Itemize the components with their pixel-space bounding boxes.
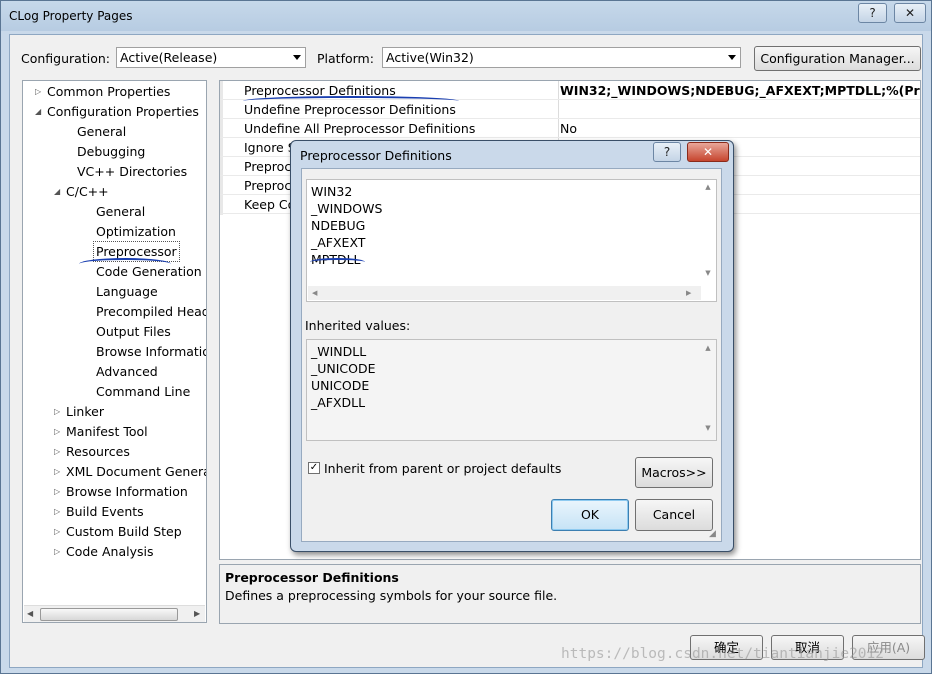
- dialog-ok-button[interactable]: OK: [551, 499, 629, 531]
- collapse-icon[interactable]: ◢: [35, 102, 43, 121]
- property-value[interactable]: WIN32;_WINDOWS;NDEBUG;_AFXEXT;MPTDLL;%(P…: [560, 81, 920, 100]
- definition-line: NDEBUG: [311, 218, 366, 233]
- tree-item[interactable]: Debugging: [77, 142, 145, 161]
- property-name: Ignore S: [244, 140, 296, 155]
- definitions-horizontal-scrollbar[interactable]: ◀ ▶: [308, 286, 701, 300]
- annotation-underline: [79, 258, 171, 270]
- inherited-value-line: _WINDLL: [311, 344, 367, 359]
- inherited-value-line: _UNICODE: [311, 361, 376, 376]
- close-button[interactable]: ✕: [894, 3, 926, 23]
- configuration-label: Configuration:: [21, 51, 110, 66]
- expand-icon[interactable]: ▷: [54, 442, 62, 461]
- platform-select[interactable]: Active(Win32): [382, 47, 741, 68]
- inherited-value-line: _AFXDLL: [311, 395, 366, 410]
- dialog-help-button[interactable]: ?: [653, 142, 681, 162]
- definition-line: _WINDOWS: [311, 201, 383, 216]
- inherited-values-list[interactable]: _WINDLL _UNICODE UNICODE _AFXDLL ▲ ▼: [306, 339, 717, 441]
- tree-item[interactable]: C/C++: [66, 182, 109, 201]
- dialog-client-area: WIN32 _WINDOWS NDEBUG _AFXEXT MPTDLL ▲ ▼ ◀ ▶…: [301, 168, 722, 542]
- definition-line: WIN32: [311, 184, 353, 199]
- tree-item[interactable]: Browse Information: [96, 342, 206, 361]
- inherit-checkbox[interactable]: ✓: [308, 462, 320, 474]
- tree-item[interactable]: Advanced: [96, 362, 158, 381]
- scroll-right-icon[interactable]: ▶: [686, 289, 691, 297]
- tree-item[interactable]: Precompiled Header: [96, 302, 206, 321]
- tree-item[interactable]: Browse Information: [66, 482, 188, 501]
- preprocessor-definitions-dialog: Preprocessor Definitions ? ✕ WIN32 _WINDO…: [290, 140, 734, 552]
- tree-item[interactable]: Manifest Tool: [66, 422, 148, 441]
- scroll-up-icon[interactable]: ▲: [701, 344, 715, 352]
- definitions-vertical-scrollbar[interactable]: ▲ ▼: [701, 181, 715, 285]
- configuration-value: Active(Release): [120, 50, 218, 65]
- tree-item[interactable]: XML Document Generat: [66, 462, 206, 481]
- dialog-title: Preprocessor Definitions: [300, 148, 452, 163]
- scroll-thumb[interactable]: [40, 608, 178, 621]
- property-name: Preproc: [244, 178, 292, 193]
- scroll-down-icon[interactable]: ▼: [701, 424, 715, 432]
- scroll-right-icon[interactable]: ▶: [194, 609, 200, 618]
- chevron-down-icon: [728, 55, 736, 60]
- tree-item[interactable]: Code Analysis: [66, 542, 153, 561]
- scroll-up-icon[interactable]: ▲: [701, 183, 715, 191]
- chevron-down-icon: [293, 55, 301, 60]
- collapse-icon[interactable]: ◢: [54, 182, 62, 201]
- tree-item[interactable]: Configuration Properties: [47, 102, 199, 121]
- property-name: Preproc: [244, 159, 292, 174]
- tree-item[interactable]: Common Properties: [47, 82, 170, 101]
- annotation-underline: [243, 96, 459, 106]
- tree-item[interactable]: Linker: [66, 402, 104, 421]
- property-value[interactable]: No: [560, 119, 577, 138]
- platform-value: Active(Win32): [386, 50, 474, 65]
- tree-item[interactable]: Custom Build Step: [66, 522, 182, 541]
- definitions-editor[interactable]: WIN32 _WINDOWS NDEBUG _AFXEXT MPTDLL ▲ ▼ ◀ ▶: [306, 179, 717, 302]
- tree-item[interactable]: VC++ Directories: [77, 162, 187, 181]
- property-tree[interactable]: ▷ Common Properties ◢ Configuration Propert…: [22, 80, 207, 623]
- tree-item[interactable]: Output Files: [96, 322, 171, 341]
- annotation-underline: [310, 258, 365, 266]
- property-name: Undefine All Preprocessor Definitions: [244, 121, 476, 136]
- macros-button[interactable]: Macros>>: [635, 457, 713, 488]
- expand-icon[interactable]: ▷: [54, 542, 62, 561]
- title-bar[interactable]: CLog Property Pages ? ✕: [1, 1, 931, 31]
- expand-icon[interactable]: ▷: [54, 422, 62, 441]
- property-name: Keep Co: [244, 197, 296, 212]
- inherited-value-line: UNICODE: [311, 378, 370, 393]
- tree-horizontal-scrollbar[interactable]: ◀ ▶: [24, 605, 205, 622]
- resize-grip-icon[interactable]: ◢: [709, 529, 716, 539]
- scroll-left-icon[interactable]: ◀: [312, 289, 317, 297]
- scroll-left-icon[interactable]: ◀: [27, 609, 33, 618]
- platform-label: Platform:: [317, 51, 374, 66]
- help-button[interactable]: ?: [858, 3, 887, 23]
- expand-icon[interactable]: ▷: [35, 82, 43, 101]
- expand-icon[interactable]: ▷: [54, 522, 62, 541]
- configuration-select[interactable]: Active(Release): [116, 47, 306, 68]
- description-text: Defines a preprocessing symbols for your…: [225, 588, 558, 603]
- scroll-down-icon[interactable]: ▼: [701, 269, 715, 277]
- dialog-cancel-button[interactable]: Cancel: [635, 499, 713, 531]
- configuration-manager-button[interactable]: Configuration Manager...: [754, 46, 921, 71]
- tree-item[interactable]: Command Line: [96, 382, 190, 401]
- inherited-values-label: Inherited values:: [305, 318, 411, 333]
- expand-icon[interactable]: ▷: [54, 482, 62, 501]
- expand-icon[interactable]: ▷: [54, 462, 62, 481]
- expand-icon[interactable]: ▷: [54, 402, 62, 421]
- tree-item[interactable]: Optimization: [96, 222, 176, 241]
- definition-line: _AFXEXT: [311, 235, 366, 250]
- dialog-close-button[interactable]: ✕: [687, 142, 729, 162]
- window-title: CLog Property Pages: [9, 9, 133, 23]
- tree-item[interactable]: General: [96, 202, 145, 221]
- inherited-vertical-scrollbar[interactable]: ▲ ▼: [701, 341, 715, 439]
- tree-item[interactable]: General: [77, 122, 126, 141]
- tree-item[interactable]: Resources: [66, 442, 130, 461]
- expand-icon[interactable]: ▷: [54, 502, 62, 521]
- tree-item[interactable]: Build Events: [66, 502, 144, 521]
- inherit-checkbox-label: Inherit from parent or project defaults: [324, 461, 562, 476]
- watermark: https://blog.csdn.net/tiantianjie2012: [561, 646, 885, 662]
- description-title: Preprocessor Definitions: [225, 570, 399, 585]
- property-row[interactable]: Undefine All Preprocessor Definitions No: [220, 119, 920, 138]
- tree-item[interactable]: Language: [96, 282, 158, 301]
- description-panel: Preprocessor Definitions Defines a prepr…: [219, 564, 921, 624]
